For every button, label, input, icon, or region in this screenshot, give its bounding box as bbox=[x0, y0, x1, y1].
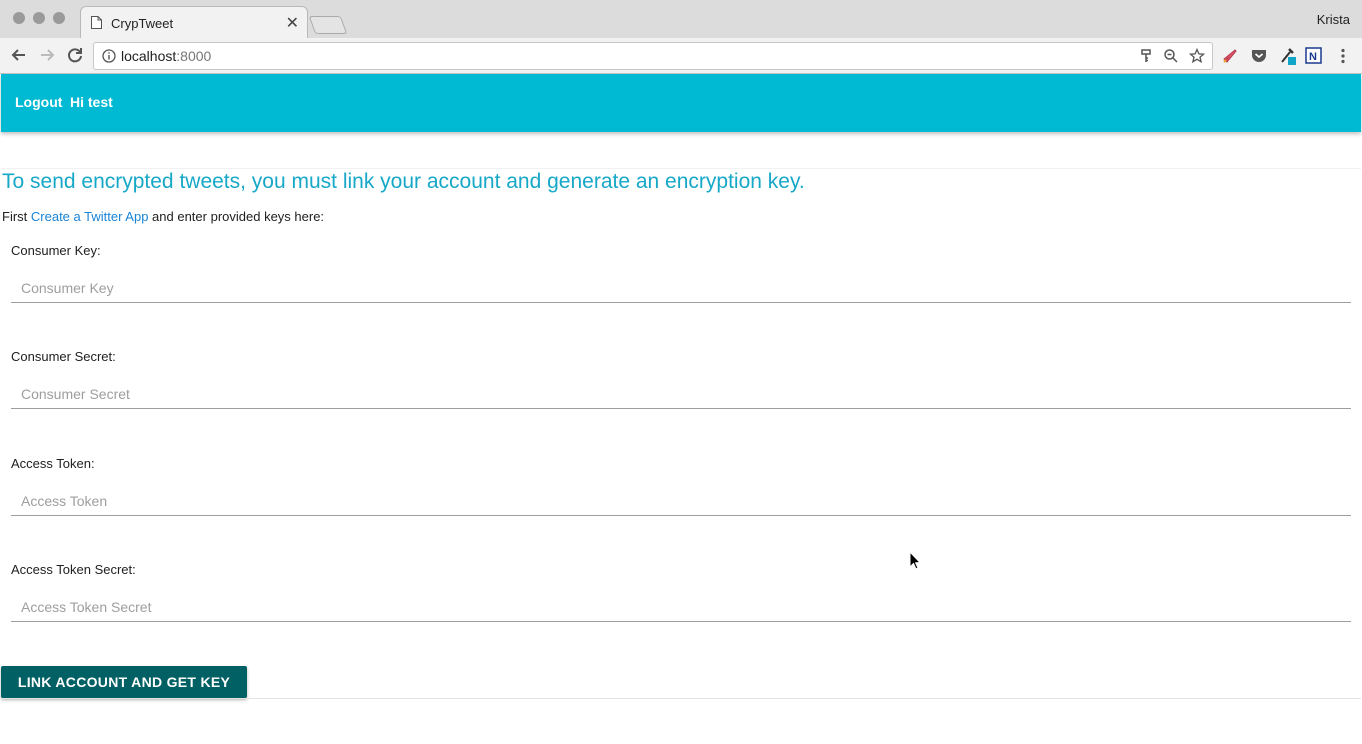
key-icon[interactable] bbox=[1138, 48, 1154, 64]
tab-title: CrypTweet bbox=[111, 16, 174, 31]
mouse-cursor-icon bbox=[909, 551, 922, 570]
consumer-key-input[interactable] bbox=[11, 273, 1351, 303]
intro-prefix: First bbox=[2, 209, 31, 224]
link-account-button[interactable]: LINK ACCOUNT AND GET KEY bbox=[1, 666, 247, 698]
pocket-icon[interactable] bbox=[1250, 47, 1268, 65]
consumer-secret-label: Consumer Secret: bbox=[11, 349, 116, 364]
access-token-field: Access Token: bbox=[11, 456, 1351, 528]
forward-icon[interactable] bbox=[36, 44, 58, 66]
zoom-out-icon[interactable] bbox=[1163, 48, 1179, 64]
access-token-secret-input[interactable] bbox=[11, 592, 1351, 622]
close-window-icon[interactable] bbox=[13, 12, 25, 24]
access-token-input[interactable] bbox=[11, 486, 1351, 516]
info-icon[interactable] bbox=[102, 49, 116, 63]
eyedropper-icon[interactable] bbox=[1279, 47, 1297, 65]
consumer-secret-input[interactable] bbox=[11, 379, 1351, 409]
consumer-secret-field: Consumer Secret: bbox=[11, 349, 1351, 421]
browser-tabstrip: CrypTweet ✕ Krista bbox=[0, 0, 1362, 39]
star-icon[interactable] bbox=[1189, 48, 1205, 64]
consumer-key-field: Consumer Key: bbox=[11, 243, 1351, 315]
access-token-label: Access Token: bbox=[11, 456, 95, 471]
address-bar[interactable]: localhost:8000 bbox=[93, 42, 1213, 70]
back-icon[interactable] bbox=[8, 44, 30, 66]
divider bbox=[1, 698, 1361, 699]
page-title: To send encrypted tweets, you must link … bbox=[2, 170, 805, 193]
url-text[interactable]: localhost:8000 bbox=[121, 48, 211, 64]
maximize-window-icon[interactable] bbox=[53, 12, 65, 24]
rocket-icon[interactable] bbox=[1221, 47, 1239, 65]
app-navbar: Logout Hi test bbox=[1, 74, 1361, 132]
browser-tab[interactable]: CrypTweet ✕ bbox=[80, 6, 308, 39]
tab-close-icon[interactable]: ✕ bbox=[286, 13, 299, 33]
menu-icon[interactable] bbox=[1334, 47, 1352, 65]
page-icon bbox=[91, 16, 102, 29]
create-twitter-app-link[interactable]: Create a Twitter App bbox=[31, 209, 149, 224]
n-extension-icon[interactable]: N bbox=[1305, 47, 1323, 65]
browser-toolbar: localhost:8000 N bbox=[0, 38, 1362, 74]
logout-link[interactable]: Logout bbox=[15, 94, 62, 110]
intro-text: First Create a Twitter App and enter pro… bbox=[2, 209, 324, 224]
reload-icon[interactable] bbox=[64, 44, 86, 66]
divider bbox=[1, 168, 1361, 169]
new-tab-button[interactable] bbox=[308, 16, 348, 34]
consumer-key-label: Consumer Key: bbox=[11, 243, 101, 258]
greeting-link[interactable]: Hi test bbox=[70, 94, 113, 110]
profile-name[interactable]: Krista bbox=[1317, 12, 1350, 27]
access-token-secret-label: Access Token Secret: bbox=[11, 562, 136, 577]
access-token-secret-field: Access Token Secret: bbox=[11, 562, 1351, 634]
svg-text:N: N bbox=[1309, 51, 1317, 63]
minimize-window-icon[interactable] bbox=[33, 12, 45, 24]
intro-suffix: and enter provided keys here: bbox=[148, 209, 325, 224]
